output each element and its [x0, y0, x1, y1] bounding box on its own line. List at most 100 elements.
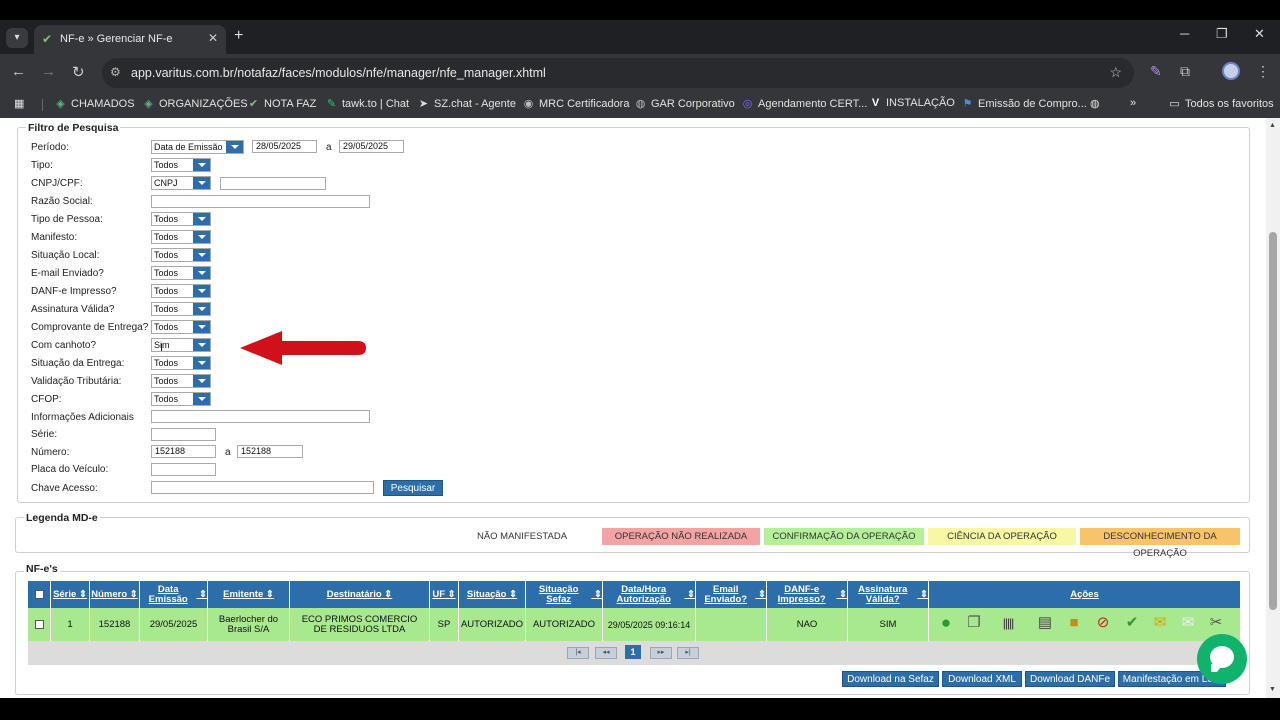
- extension-feather-icon[interactable]: ✎: [1150, 63, 1162, 80]
- numero-from-input[interactable]: 152188: [151, 445, 216, 458]
- serie-input[interactable]: [151, 428, 216, 441]
- bookmark-organizacoes[interactable]: ◈ ORGANIZAÇÕES: [142, 97, 247, 110]
- all-bookmarks[interactable]: ▭ Todos os favoritos: [1168, 97, 1273, 110]
- bookmark-tawk[interactable]: ✎ tawk.to | Chat: [325, 97, 409, 110]
- forward-icon[interactable]: →: [41, 63, 56, 80]
- copy-icon[interactable]: ❐: [964, 614, 984, 632]
- col-data-emissao[interactable]: Data Emissão ⇕: [140, 581, 208, 608]
- date-from-input[interactable]: 28/05/2025: [252, 140, 317, 153]
- scroll-thumb[interactable]: [1269, 232, 1277, 610]
- chevron-down-icon[interactable]: [193, 339, 210, 351]
- chevron-down-icon[interactable]: [193, 231, 210, 243]
- chevron-down-icon[interactable]: [193, 177, 210, 189]
- situacao-entrega-select[interactable]: Todos: [151, 356, 211, 370]
- chevron-down-icon[interactable]: [193, 213, 210, 225]
- bookmark-szchat[interactable]: ➤ SZ.chat - Agente: [417, 97, 516, 110]
- open-mail-icon[interactable]: ✉: [1178, 614, 1198, 632]
- col-emitente[interactable]: Emitente ⇕: [208, 581, 290, 608]
- tipo-select[interactable]: Todos: [151, 158, 211, 172]
- chevron-down-icon[interactable]: [193, 321, 210, 333]
- bookmark-emissao[interactable]: ⚑ Emissão de Compro...: [961, 97, 1087, 110]
- manifesto-select[interactable]: Todos: [151, 230, 211, 244]
- box-icon[interactable]: ■: [1064, 614, 1084, 632]
- bookmark-nota-faz[interactable]: ✔ NOTA FAZ: [247, 97, 316, 110]
- chevron-down-icon[interactable]: [193, 267, 210, 279]
- periodo-select[interactable]: Data de Emissão: [151, 140, 244, 154]
- bookmark-mrc[interactable]: ◉ MRC Certificadora: [522, 97, 630, 110]
- chave-input[interactable]: [151, 481, 374, 494]
- col-numero[interactable]: Número ⇕: [90, 581, 140, 608]
- status-ok-icon[interactable]: ●: [936, 614, 956, 632]
- first-page-button[interactable]: |◂: [567, 647, 589, 659]
- assinatura-select[interactable]: Todos: [151, 302, 211, 316]
- check-icon[interactable]: ✔: [1122, 614, 1142, 632]
- select-all-checkbox[interactable]: [34, 590, 44, 599]
- cnpj-type-select[interactable]: CNPJ: [151, 176, 211, 190]
- download-sefaz-button[interactable]: Download na Sefaz: [842, 671, 939, 687]
- col-uf[interactable]: UF ⇕: [430, 581, 459, 608]
- url-text[interactable]: app.varitus.com.br/notafaz/faces/modulos…: [131, 66, 546, 80]
- chevron-down-icon[interactable]: [193, 375, 210, 387]
- bookmark-gar[interactable]: ◍ GAR Corporativo: [634, 97, 735, 110]
- numero-to-input[interactable]: 152188: [237, 445, 303, 458]
- cfop-select[interactable]: Todos: [151, 392, 211, 406]
- comprovante-select[interactable]: Todos: [151, 320, 211, 334]
- tab-search-button[interactable]: ▾: [6, 28, 28, 48]
- col-email[interactable]: Email Enviado? ⇕: [696, 581, 767, 608]
- address-bar[interactable]: ⚙ app.varitus.com.br/notafaz/faces/modul…: [102, 58, 1134, 88]
- bookmark-agendamento[interactable]: ◎ Agendamento CERT...: [741, 97, 868, 110]
- current-page[interactable]: 1: [625, 645, 641, 659]
- active-tab[interactable]: ✔ NF-e » Gerenciar NF-e ✕: [34, 25, 226, 54]
- date-to-input[interactable]: 29/05/2025: [339, 140, 404, 153]
- prev-page-button[interactable]: ◂◂: [595, 647, 617, 659]
- col-destinatario[interactable]: Destinatário ⇕: [290, 581, 430, 608]
- cnpj-input[interactable]: [220, 177, 326, 190]
- bookmark-instalacao[interactable]: V INSTALAÇÃO: [869, 97, 955, 109]
- chevron-down-icon[interactable]: [193, 393, 210, 405]
- col-serie[interactable]: Série ⇕: [51, 581, 90, 608]
- row-checkbox[interactable]: [34, 620, 44, 629]
- barcode-icon[interactable]: |||||: [998, 614, 1018, 632]
- bookmark-chamados[interactable]: ◈ CHAMADOS: [54, 97, 134, 110]
- validacao-select[interactable]: Todos: [151, 374, 211, 388]
- print-icon[interactable]: ▤: [1035, 614, 1055, 632]
- razao-input[interactable]: [151, 195, 370, 208]
- profile-avatar[interactable]: [1222, 62, 1240, 80]
- col-situacao-sefaz[interactable]: Situação Sefaz ⇕: [526, 581, 603, 608]
- restore-icon[interactable]: ❐: [1216, 26, 1228, 42]
- chevron-down-icon[interactable]: [193, 159, 210, 171]
- last-page-button[interactable]: ▸|: [677, 647, 699, 659]
- cancel-icon[interactable]: ⊘: [1093, 614, 1113, 632]
- download-danfe-button[interactable]: Download DANFe: [1025, 671, 1115, 687]
- back-icon[interactable]: ←: [11, 63, 26, 80]
- info-input[interactable]: [151, 410, 370, 423]
- apps-grid-icon[interactable]: ▦: [14, 97, 24, 110]
- reload-icon[interactable]: ↻: [72, 63, 85, 81]
- bookmark-star-icon[interactable]: ☆: [1109, 64, 1122, 81]
- menu-kebab-icon[interactable]: ⋮: [1256, 63, 1270, 80]
- download-xml-button[interactable]: Download XML: [942, 671, 1022, 687]
- chevron-down-icon[interactable]: [193, 357, 210, 369]
- col-situacao[interactable]: Situação ⇕: [459, 581, 526, 608]
- placa-input[interactable]: [151, 463, 216, 476]
- window-close-icon[interactable]: ✕: [1254, 26, 1265, 42]
- scroll-down-icon[interactable]: ▼: [1269, 686, 1276, 693]
- site-info-icon[interactable]: ⚙: [110, 65, 121, 79]
- globe-icon[interactable]: ◍: [1090, 97, 1100, 110]
- chevron-down-icon[interactable]: [193, 285, 210, 297]
- page-scrollbar[interactable]: ▲ ▼: [1266, 118, 1280, 698]
- chat-widget-button[interactable]: [1197, 634, 1247, 684]
- chevron-down-icon[interactable]: [226, 141, 243, 153]
- scroll-up-icon[interactable]: ▲: [1269, 122, 1276, 129]
- email-icon[interactable]: ✉: [1150, 614, 1170, 632]
- col-danfe[interactable]: DANF-e Impresso? ⇕: [767, 581, 848, 608]
- scissors-icon[interactable]: ✂: [1206, 614, 1226, 632]
- extensions-icon[interactable]: ⧉: [1180, 63, 1190, 80]
- situacao-local-select[interactable]: Todos: [151, 248, 211, 262]
- chevron-down-icon[interactable]: [193, 303, 210, 315]
- danfe-select[interactable]: Todos: [151, 284, 211, 298]
- col-data-autorizacao[interactable]: Data/Hora Autorização ⇕: [603, 581, 696, 608]
- email-select[interactable]: Todos: [151, 266, 211, 280]
- tipo-pessoa-select[interactable]: Todos: [151, 212, 211, 226]
- chevron-down-icon[interactable]: [193, 249, 210, 261]
